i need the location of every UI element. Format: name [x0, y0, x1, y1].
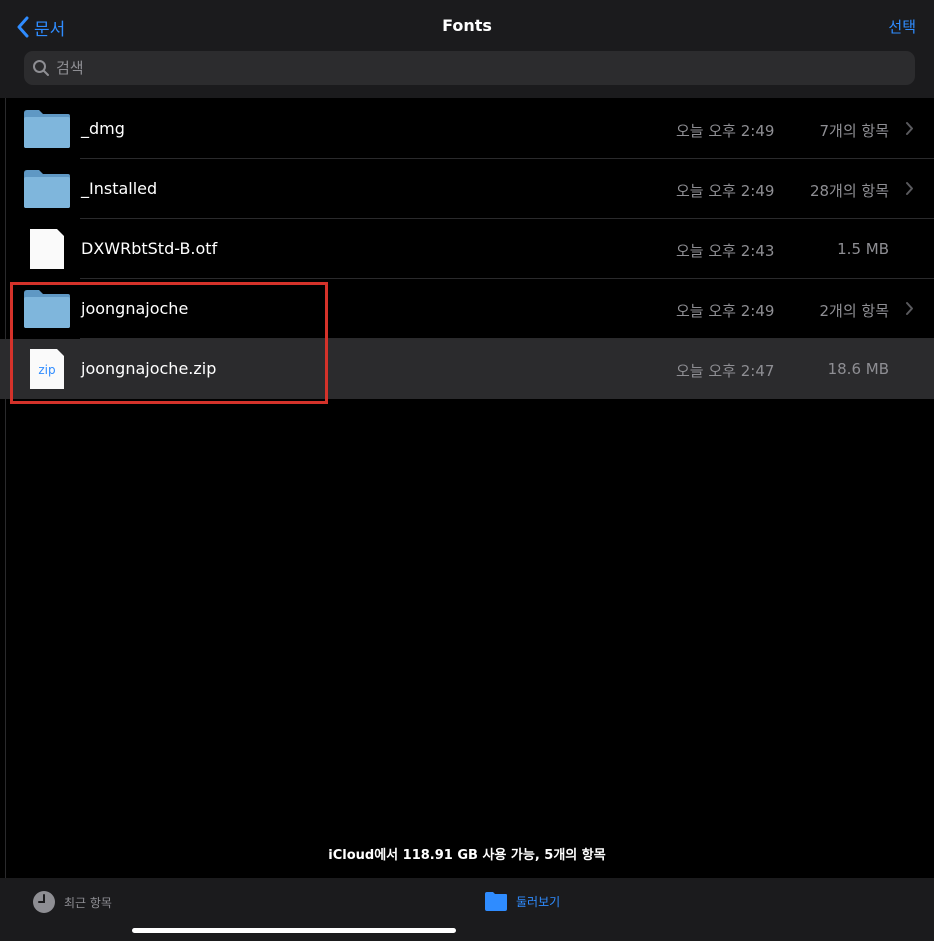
file-date: 오늘 오후 2:49: [676, 122, 775, 140]
file-date: 오늘 오후 2:49: [676, 182, 775, 200]
file-meta: 1.5 MB: [837, 240, 889, 258]
folder-icon: [24, 170, 70, 208]
clock-icon: [33, 891, 55, 913]
file-date: 오늘 오후 2:43: [676, 242, 775, 260]
file-row[interactable]: _dmg 오늘 오후 2:49 7개의 항목: [0, 99, 934, 159]
tab-browse-label: 둘러보기: [516, 894, 561, 909]
chevron-right-icon: [906, 182, 913, 195]
home-indicator: [132, 928, 456, 933]
file-meta: 2개의 항목: [819, 302, 889, 320]
file-name: _Installed: [81, 179, 158, 198]
tab-recents-label: 최근 항목: [64, 895, 112, 910]
file-row[interactable]: _Installed 오늘 오후 2:49 28개의 항목: [0, 159, 934, 219]
file-name: DXWRbtStd-B.otf: [81, 239, 218, 258]
file-meta: 28개의 항목: [809, 182, 889, 200]
search-input[interactable]: [56, 59, 915, 77]
folder-icon: [24, 110, 70, 148]
page-title: Fonts: [442, 16, 492, 35]
file-date: 오늘 오후 2:47: [676, 362, 775, 380]
folder-icon: [24, 290, 70, 328]
zip-archive-icon: zip: [30, 349, 64, 389]
file-name: joongnajoche.zip: [81, 359, 217, 378]
files-app: 문서 Fonts 선택 _dmg 오늘 오후 2:49 7개의 항목 _Install…: [0, 0, 934, 941]
storage-status: iCloud에서 118.91 GB 사용 가능, 5개의 항목: [328, 848, 606, 863]
file-list: _dmg 오늘 오후 2:49 7개의 항목 _Installed 오늘 오후 2:49…: [0, 99, 934, 399]
chevron-right-icon: [906, 122, 913, 135]
file-row[interactable]: joongnajoche 오늘 오후 2:49 2개의 항목: [0, 279, 934, 339]
select-button[interactable]: 선택: [888, 16, 916, 37]
search-icon: [33, 60, 49, 76]
document-icon: [30, 229, 64, 269]
file-meta: 7개의 항목: [819, 122, 889, 140]
file-row[interactable]: zip joongnajoche.zip 오늘 오후 2:47 18.6 MB: [0, 339, 934, 399]
tab-recents[interactable]: 최근 항목: [32, 890, 112, 914]
navigation-bar: 문서 Fonts 선택: [0, 0, 934, 98]
file-name: _dmg: [81, 119, 125, 138]
chevron-right-icon: [906, 302, 913, 315]
folder-icon: [485, 892, 507, 911]
zip-icon-label: zip: [38, 363, 55, 377]
file-name: joongnajoche: [81, 299, 189, 318]
tab-browse[interactable]: 둘러보기: [484, 890, 560, 912]
file-meta: 18.6 MB: [827, 360, 889, 378]
search-bar[interactable]: [24, 51, 915, 85]
file-date: 오늘 오후 2:49: [676, 302, 775, 320]
file-row[interactable]: DXWRbtStd-B.otf 오늘 오후 2:43 1.5 MB: [0, 219, 934, 279]
